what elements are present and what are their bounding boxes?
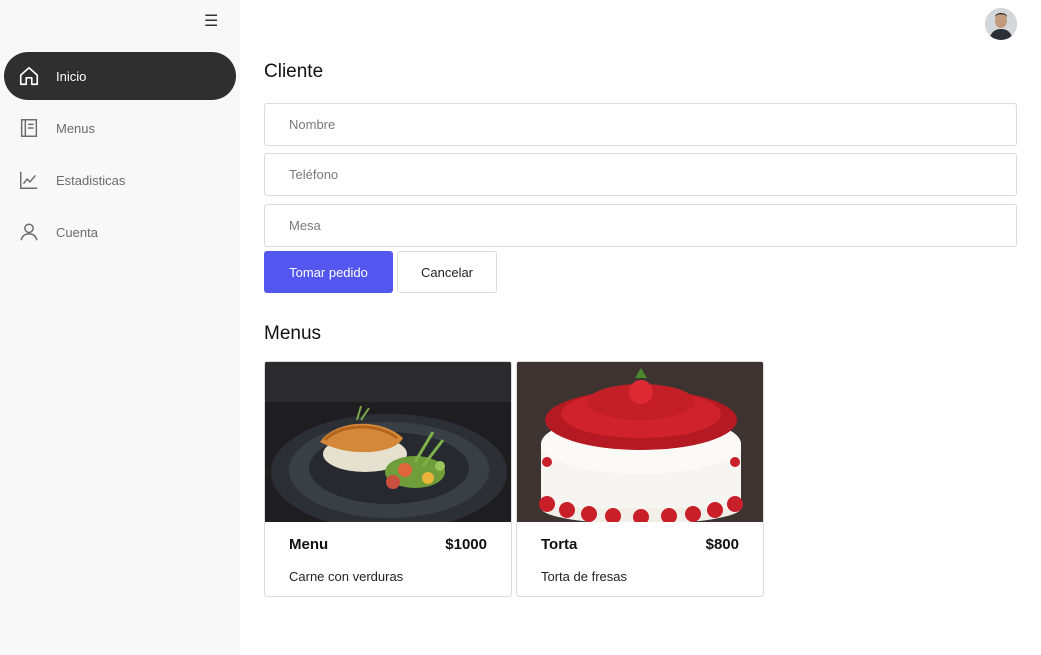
sidebar-item-estadisticas[interactable]: Estadisticas: [4, 156, 236, 204]
menu-card[interactable]: Menu $1000 Carne con verduras: [264, 361, 512, 597]
menu-card-price: $1000: [445, 536, 487, 553]
menu-card-header: Menu $1000: [289, 536, 487, 553]
menu-card-price: $800: [705, 536, 739, 553]
sidebar-item-label: Menus: [56, 120, 96, 136]
menu-card-name: Torta: [541, 536, 578, 553]
app: ☰ Inicio Menus Estadisticas Cuenta Clien…: [0, 0, 1041, 655]
menus-title: Menus: [264, 323, 322, 344]
menu-card-image: [517, 362, 763, 522]
tomar-pedido-button[interactable]: Tomar pedido: [264, 251, 393, 293]
sidebar-item-label: Estadisticas: [56, 172, 126, 188]
sidebar-item-label: Cuenta: [56, 224, 98, 240]
notebook-icon: [18, 117, 40, 139]
menu-card-name: Menu: [289, 536, 329, 553]
menu-card-description: Torta de fresas: [541, 569, 627, 584]
menu-card-image: [265, 362, 511, 522]
user-icon: [18, 221, 40, 243]
main-content: Cliente Tomar pedido Cancelar Menus: [240, 0, 1041, 655]
telefono-input[interactable]: [264, 153, 1017, 196]
avatar[interactable]: [985, 8, 1017, 40]
sidebar-item-cuenta[interactable]: Cuenta: [4, 208, 236, 256]
home-icon: [18, 65, 40, 87]
nombre-input[interactable]: [264, 103, 1017, 146]
cliente-title: Cliente: [264, 61, 324, 82]
sidebar-item-label: Inicio: [56, 68, 87, 84]
sidebar-nav: Inicio Menus Estadisticas Cuenta: [4, 52, 236, 260]
mesa-input[interactable]: [264, 204, 1017, 247]
menu-card-description: Carne con verduras: [289, 569, 404, 584]
sidebar-item-inicio[interactable]: Inicio: [4, 52, 236, 100]
hamburger-icon[interactable]: ☰: [204, 14, 220, 30]
sidebar: ☰ Inicio Menus Estadisticas Cuenta: [0, 0, 240, 655]
menu-card-header: Torta $800: [541, 536, 739, 553]
sidebar-item-menus[interactable]: Menus: [4, 104, 236, 152]
cancelar-button[interactable]: Cancelar: [397, 251, 497, 293]
menu-card[interactable]: Torta $800 Torta de fresas: [516, 361, 764, 597]
chart-line-icon: [18, 169, 40, 191]
